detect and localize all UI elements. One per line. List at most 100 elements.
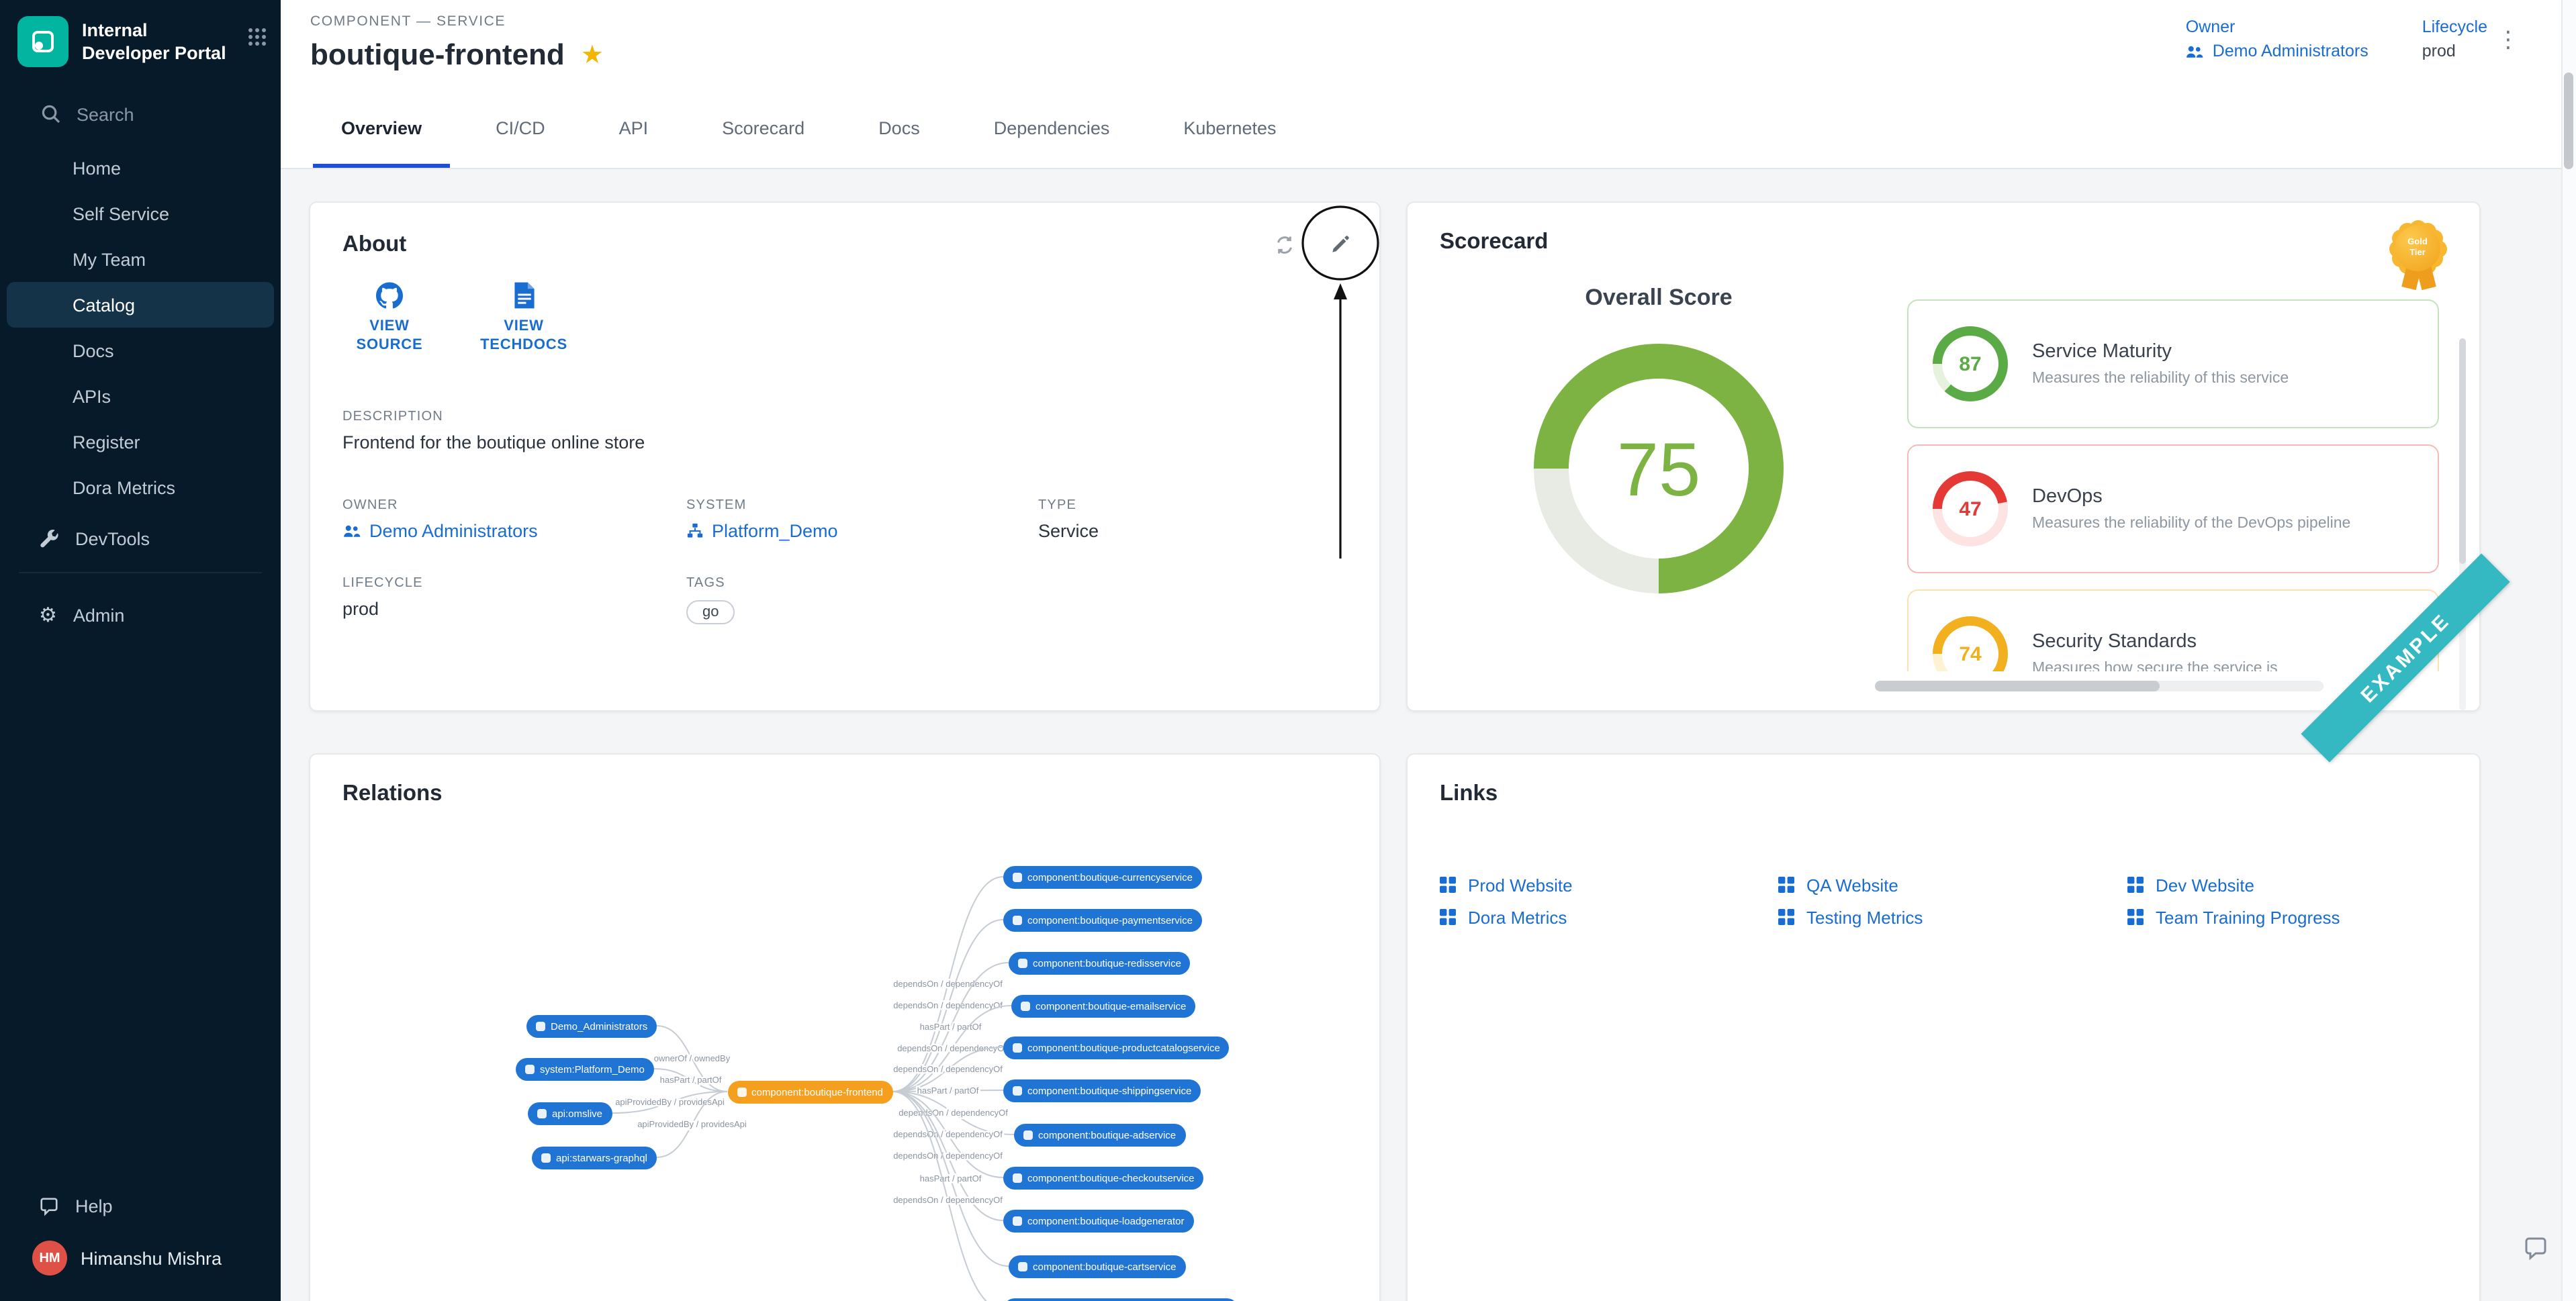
sidebar-nav: HomeSelf ServiceMy TeamCatalogDocsAPIsRe… [0, 145, 281, 510]
graph-node-component-boutique-currencyservice[interactable]: component:boutique-currencyservice [1003, 865, 1202, 888]
view-techdocs-link[interactable]: VIEW TECHDOCS [477, 282, 571, 355]
chat-bubble-icon[interactable] [2522, 1235, 2549, 1269]
overall-score-donut: 75 [1534, 344, 1784, 593]
tab-kubernetes[interactable]: Kubernetes [1155, 89, 1304, 168]
links-grid: Prod WebsiteQA WebsiteDev Website Dora Me… [1440, 874, 2447, 928]
graph-node-component-boutique-productcatalogservice[interactable]: component:boutique-productcatalogservice [1003, 1036, 1230, 1059]
graph-node-component-boutique-adservice[interactable]: component:boutique-adservice [1014, 1123, 1185, 1146]
score-item-security-standards[interactable]: 74Security StandardsMeasures how secure … [1907, 589, 2439, 671]
graph-node-component-boutique-paymentservice[interactable]: component:boutique-paymentservice [1003, 908, 1202, 931]
gold-tier-badge: Gold Tier [2385, 216, 2450, 294]
lifecycle-label[interactable]: Lifecycle [2422, 17, 2487, 36]
score-item-devops[interactable]: 47DevOpsMeasures the reliability of the … [1907, 444, 2439, 573]
scrollbar-thumb[interactable] [2564, 73, 2573, 169]
refresh-button[interactable] [1261, 222, 1307, 267]
sidebar-header: Internal Developer Portal [0, 0, 281, 78]
graph-node-component-boutique-redisservice[interactable]: component:boutique-redisservice [1009, 951, 1191, 974]
owner-field: OWNER Demo Administrators [342, 497, 686, 540]
owner-link[interactable]: Demo Administrators [2186, 42, 2368, 60]
entity-icon [1018, 1261, 1027, 1271]
score-value: 74 [1959, 642, 1981, 665]
entity-icon [537, 1108, 547, 1118]
sidebar-item-self-service[interactable]: Self Service [7, 191, 274, 236]
scrollbar-thumb[interactable] [2459, 338, 2466, 564]
entity-icon [1013, 1086, 1022, 1095]
graph-node-component-boutique-loadgenerator[interactable]: component:boutique-loadgenerator [1003, 1209, 1194, 1232]
view-source-link[interactable]: VIEW SOURCE [342, 282, 436, 355]
graph-node-component-boutique-recommendationservice[interactable]: component:boutique-recommendationservice [1003, 1298, 1238, 1301]
tab-api[interactable]: API [591, 89, 677, 168]
more-options-icon[interactable]: ⋮ [2497, 27, 2520, 54]
graph-node-component-boutique-emailservice[interactable]: component:boutique-emailservice [1011, 994, 1195, 1017]
links-card: Links Prod WebsiteQA WebsiteDev WebsiteD… [1406, 753, 2481, 1301]
sidebar-item-register[interactable]: Register [7, 419, 274, 465]
score-description: Measures the reliability of the DevOps p… [2032, 516, 2350, 532]
entity-icon [1013, 1216, 1022, 1225]
link-grid-icon [1440, 877, 1456, 893]
sidebar-item-docs[interactable]: Docs [7, 328, 274, 373]
sidebar-item-home[interactable]: Home [7, 145, 274, 191]
techdocs-icon [512, 282, 535, 309]
tab-docs[interactable]: Docs [850, 89, 948, 168]
logo-glyph [28, 27, 58, 56]
entity-icon [1018, 958, 1027, 967]
sidebar-item-catalog[interactable]: Catalog [7, 282, 274, 328]
relations-card: Relations ownerOf / ownedByhasPart / par… [309, 753, 1381, 1301]
scrollbar-thumb[interactable] [1875, 681, 2160, 691]
graph-node-api-omslive[interactable]: api:omslive [528, 1102, 612, 1124]
view-source-label: VIEW SOURCE [342, 317, 436, 355]
sidebar-item-label: Help [75, 1196, 113, 1216]
owner-entity-link[interactable]: Demo Administrators [342, 520, 686, 540]
sidebar-search[interactable]: Search [0, 91, 281, 137]
tab-overview[interactable]: Overview [313, 89, 450, 168]
help-chat-icon [39, 1196, 59, 1216]
graph-node-component-boutique-checkoutservice[interactable]: component:boutique-checkoutservice [1003, 1166, 1204, 1189]
favorite-star-icon[interactable]: ★ [581, 42, 604, 68]
graph-node-demo-administrators[interactable]: Demo_Administrators [526, 1014, 657, 1037]
link-testing-metrics[interactable]: Testing Metrics [1778, 906, 2127, 928]
tab-dependencies[interactable]: Dependencies [966, 89, 1138, 168]
tab-ci-cd[interactable]: CI/CD [467, 89, 573, 168]
entity-icon [1013, 915, 1022, 924]
link-grid-icon [1778, 877, 1794, 893]
user-menu[interactable]: HM Himanshu Mishra [0, 1228, 281, 1288]
edit-button[interactable] [1318, 222, 1363, 267]
sidebar-item-my-team[interactable]: My Team [7, 236, 274, 282]
apps-grid-icon[interactable] [247, 27, 267, 54]
entity-icon [525, 1064, 535, 1073]
sidebar-item-label: DevTools [75, 528, 150, 548]
overall-score-label: Overall Score [1585, 285, 1732, 311]
link-grid-icon [2127, 877, 2144, 893]
header-owner-block: Owner Demo Administrators [2186, 17, 2368, 60]
lifecycle-field: LIFECYCLE prod [342, 575, 686, 624]
tag-chip[interactable]: go [686, 599, 735, 624]
type-field: TYPE Service [1038, 497, 1347, 540]
people-icon [2186, 44, 2205, 58]
link-prod-website[interactable]: Prod Website [1440, 874, 1778, 896]
entity-icon [1013, 872, 1022, 881]
link-team-training-progress[interactable]: Team Training Progress [2127, 906, 2447, 928]
page-scrollbar [2561, 0, 2576, 1301]
owner-label[interactable]: Owner [2186, 17, 2368, 36]
header-lifecycle-block: Lifecycle prod [2422, 17, 2487, 60]
graph-node-component-boutique-frontend[interactable]: component:boutique-frontend [727, 1080, 892, 1103]
sidebar-item-dora-metrics[interactable]: Dora Metrics [7, 465, 274, 510]
score-name: Security Standards [2032, 631, 2278, 653]
graph-node-component-boutique-shippingservice[interactable]: component:boutique-shippingservice [1003, 1079, 1201, 1102]
search-label: Search [77, 104, 134, 124]
link-dev-website[interactable]: Dev Website [2127, 874, 2447, 896]
link-dora-metrics[interactable]: Dora Metrics [1440, 906, 1778, 928]
tab-scorecard[interactable]: Scorecard [694, 89, 833, 168]
graph-node-component-boutique-cartservice[interactable]: component:boutique-cartservice [1009, 1255, 1185, 1278]
score-ring: 74 [1933, 616, 2008, 671]
score-item-service-maturity[interactable]: 87Service MaturityMeasures the reliabili… [1907, 299, 2439, 428]
graph-node-system-platform-demo[interactable]: system:Platform_Demo [516, 1057, 654, 1080]
sidebar-item-devtools[interactable]: DevTools [0, 516, 281, 561]
link-qa-website[interactable]: QA Website [1778, 874, 2127, 896]
sidebar-item-admin[interactable]: ⚙ Admin [0, 592, 281, 638]
system-entity-link[interactable]: Platform_Demo [686, 520, 1038, 540]
sidebar-item-apis[interactable]: APIs [7, 373, 274, 419]
page-title: boutique-frontend [310, 38, 565, 73]
graph-node-api-starwars-graphql[interactable]: api:starwars-graphql [532, 1146, 657, 1169]
sidebar-item-help[interactable]: Help [0, 1183, 281, 1228]
